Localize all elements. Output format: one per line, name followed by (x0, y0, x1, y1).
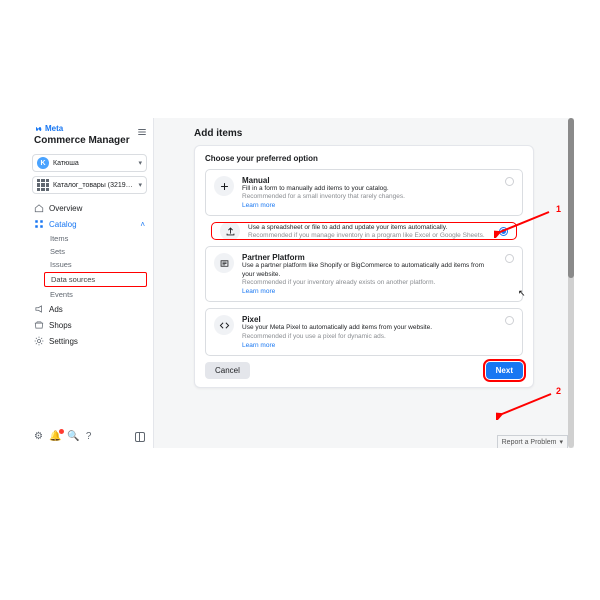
chevron-down-icon: ▾ (138, 181, 142, 189)
catalog-selector[interactable]: Каталог_товары (321953346... ▾ (32, 176, 147, 194)
option-rec: Recommended if you manage inventory in a… (248, 232, 491, 239)
search-icon[interactable]: 🔍 (67, 431, 79, 442)
cancel-button[interactable]: Cancel (205, 362, 250, 379)
catalog-grid-icon (34, 219, 44, 229)
account-selector[interactable]: K Катюша ▾ (32, 154, 147, 172)
plus-icon (214, 176, 234, 196)
option-pixel[interactable]: Pixel Use your Meta Pixel to automatical… (205, 308, 523, 355)
catalog-name: Каталог_товары (321953346... (53, 182, 136, 189)
brand-text: Meta (45, 124, 63, 133)
option-data-feed[interactable]: Data feed Use a spreadsheet or file to a… (211, 222, 517, 240)
option-desc: Use your Meta Pixel to automatically add… (242, 324, 497, 332)
option-desc: Use a partner platform like Shopify or B… (242, 262, 497, 279)
partner-icon (214, 253, 234, 273)
sidebar-footer: ⚙ 🔔 🔍 ? (26, 425, 153, 448)
annotation-label-2: 2 (556, 386, 561, 396)
page-title: Add items (194, 128, 534, 139)
nav-catalog[interactable]: Catalog ˄ (26, 216, 153, 232)
nav-ads[interactable]: Ads (26, 301, 153, 317)
chevron-down-icon: ▾ (138, 159, 142, 167)
home-icon (34, 203, 44, 213)
next-button[interactable]: Next (486, 362, 523, 379)
option-title: Partner Platform (242, 253, 497, 262)
brand: Meta (34, 124, 145, 133)
nav-events[interactable]: Events (26, 288, 153, 301)
option-partner-platform[interactable]: Partner Platform Use a partner platform … (205, 246, 523, 302)
code-icon (214, 315, 234, 335)
nav-label: Catalog (49, 220, 77, 229)
nav-settings[interactable]: Settings (26, 333, 153, 349)
nav: Overview Catalog ˄ Items Sets Issues Dat… (26, 200, 153, 349)
nav-label: Overview (49, 204, 82, 213)
nav-items[interactable]: Items (26, 232, 153, 245)
nav-label: Ads (49, 305, 63, 314)
option-rec: Recommended if your inventory already ex… (242, 279, 497, 286)
help-icon[interactable]: ? (86, 431, 92, 442)
report-problem-button[interactable]: Report a Problem ▾ (497, 435, 568, 448)
learn-more-link[interactable]: Learn more (242, 288, 497, 295)
nav-issues[interactable]: Issues (26, 258, 153, 271)
option-title: Pixel (242, 315, 497, 324)
app-title: Commerce Manager (34, 135, 145, 146)
sidebar: Meta Commerce Manager K Катюша ▾ Каталог… (26, 118, 154, 448)
learn-more-link[interactable]: Learn more (242, 202, 497, 209)
chevron-down-icon: ▾ (559, 438, 563, 446)
gear-icon[interactable]: ⚙ (34, 431, 43, 442)
nav-label: Settings (49, 337, 78, 346)
option-desc: Fill in a form to manually add items to … (242, 185, 497, 193)
gear-icon (34, 336, 44, 346)
radio-button[interactable] (499, 227, 508, 236)
catalog-icon (37, 179, 49, 191)
option-rec: Recommended if you use a pixel for dynam… (242, 333, 497, 340)
radio-button[interactable] (505, 177, 514, 186)
main-content: Add items Choose your preferred option M… (154, 118, 574, 448)
panel-subtitle: Choose your preferred option (205, 154, 523, 163)
megaphone-icon (34, 304, 44, 314)
app-window: Meta Commerce Manager K Катюша ▾ Каталог… (26, 118, 574, 448)
nav-overview[interactable]: Overview (26, 200, 153, 216)
account-name: Катюша (53, 160, 136, 167)
option-rec: Recommended for a small inventory that r… (242, 193, 497, 200)
options-panel: Choose your preferred option Manual Fill… (194, 145, 534, 388)
radio-button[interactable] (505, 254, 514, 263)
chevron-up-icon: ˄ (140, 220, 145, 229)
menu-toggle-icon[interactable] (137, 124, 147, 142)
shop-icon (34, 320, 44, 330)
bell-icon[interactable]: 🔔 (49, 431, 61, 442)
radio-button[interactable] (505, 316, 514, 325)
meta-logo-icon (34, 125, 42, 133)
annotation-label-1: 1 (556, 204, 561, 214)
nav-sets[interactable]: Sets (26, 245, 153, 258)
option-title: Manual (242, 176, 497, 185)
option-desc: Use a spreadsheet or file to add and upd… (248, 224, 491, 232)
cursor-icon: ↖ (518, 288, 526, 299)
avatar: K (37, 157, 49, 169)
panel-toggle-icon[interactable] (135, 432, 145, 442)
upload-icon (220, 222, 240, 240)
option-manual[interactable]: Manual Fill in a form to manually add it… (205, 169, 523, 216)
nav-label: Shops (49, 321, 72, 330)
report-label: Report a Problem (502, 439, 557, 446)
nav-shops[interactable]: Shops (26, 317, 153, 333)
nav-data-sources[interactable]: Data sources (44, 272, 147, 287)
learn-more-link[interactable]: Learn more (242, 342, 497, 349)
